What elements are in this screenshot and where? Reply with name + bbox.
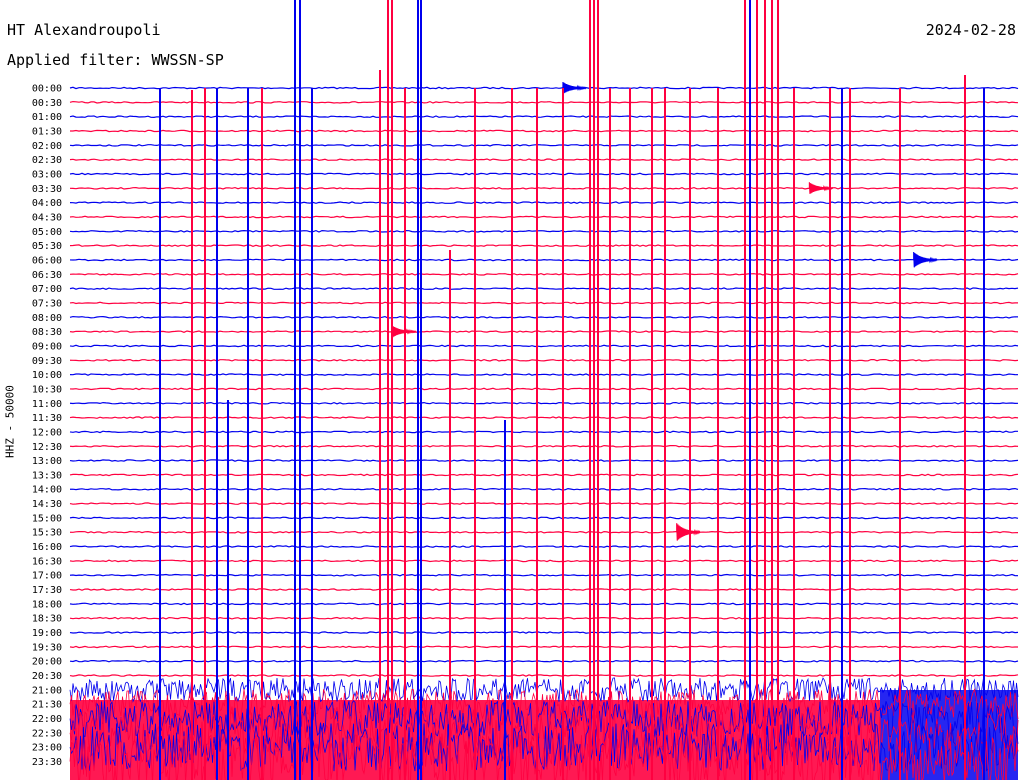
trace-row bbox=[69, 631, 1019, 634]
row-time-label: 04:00 bbox=[32, 198, 62, 209]
trace-row bbox=[69, 215, 1019, 219]
trace-row bbox=[69, 344, 1019, 348]
trace-row bbox=[69, 86, 1019, 90]
trace-row bbox=[69, 143, 1019, 147]
trace-row bbox=[69, 115, 1019, 119]
row-time-label: 17:00 bbox=[32, 571, 62, 582]
row-time-label: 17:30 bbox=[32, 585, 62, 596]
row-time-label: 19:00 bbox=[32, 628, 62, 639]
row-time-label: 03:00 bbox=[32, 169, 62, 180]
row-time-label: 05:30 bbox=[32, 241, 62, 252]
event-burst bbox=[913, 251, 938, 268]
trace-row bbox=[69, 659, 1019, 663]
row-time-label: 21:30 bbox=[32, 700, 62, 711]
event-burst bbox=[562, 81, 587, 94]
row-time-label: 16:00 bbox=[32, 542, 62, 553]
trace-row bbox=[69, 172, 1019, 176]
row-time-label: 11:00 bbox=[32, 399, 62, 410]
trace-row bbox=[69, 530, 1019, 534]
trace-row bbox=[69, 416, 1019, 419]
event-burst bbox=[676, 523, 701, 541]
row-time-label: 04:30 bbox=[32, 212, 62, 223]
trace-row bbox=[69, 186, 1019, 190]
trace-row bbox=[69, 129, 1019, 133]
trace-row bbox=[69, 645, 1018, 649]
row-time-label: 03:30 bbox=[32, 184, 62, 195]
row-time-label: 00:00 bbox=[32, 84, 62, 95]
row-time-label: 05:00 bbox=[32, 227, 62, 238]
row-time-label: 20:00 bbox=[32, 657, 62, 668]
trace-row bbox=[69, 229, 1019, 233]
helicorder-plot: 00:00 00:30 01:00 01:30 02:00 02:30 03:00 03:30… bbox=[32, 0, 1019, 780]
trace-row bbox=[69, 301, 1018, 305]
trace-row bbox=[69, 272, 1019, 276]
trace-row bbox=[69, 401, 1019, 405]
trace-row bbox=[69, 502, 1019, 505]
row-time-label: 06:30 bbox=[32, 270, 62, 281]
row-time-label: 19:30 bbox=[32, 642, 62, 653]
row-time-label: 10:30 bbox=[32, 384, 62, 395]
trace-row bbox=[69, 430, 1018, 434]
trace-row bbox=[69, 616, 1019, 620]
row-time-label: 10:00 bbox=[32, 370, 62, 381]
row-time-label: 12:00 bbox=[32, 427, 62, 438]
row-time-label: 20:30 bbox=[32, 671, 62, 682]
row-time-label: 23:00 bbox=[32, 743, 62, 754]
trace-row bbox=[69, 674, 1019, 677]
trace-row bbox=[69, 158, 1019, 161]
row-time-label: 15:30 bbox=[32, 528, 62, 539]
trace-row bbox=[69, 559, 1019, 563]
trace-row bbox=[69, 315, 1019, 319]
trace-row bbox=[69, 444, 1019, 448]
row-time-label: 18:00 bbox=[32, 599, 62, 610]
row-time-label: 09:30 bbox=[32, 356, 62, 367]
trace-row bbox=[69, 387, 1019, 391]
row-time-label: 07:30 bbox=[32, 298, 62, 309]
row-time-label: 01:30 bbox=[32, 126, 62, 137]
trace-row bbox=[69, 602, 1019, 606]
row-time-label: 23:30 bbox=[32, 757, 62, 768]
trace-row bbox=[69, 330, 1019, 333]
trace-row bbox=[69, 573, 1019, 577]
row-time-label: 14:00 bbox=[32, 485, 62, 496]
trace-row bbox=[69, 545, 1019, 548]
trace-row bbox=[69, 459, 1019, 462]
row-time-label: 08:30 bbox=[32, 327, 62, 338]
row-time-label: 02:00 bbox=[32, 141, 62, 152]
trace-row bbox=[69, 244, 1019, 247]
row-time-label: 00:30 bbox=[32, 98, 62, 109]
row-time-label: 22:30 bbox=[32, 728, 62, 739]
trace-row bbox=[69, 473, 1019, 477]
row-time-label: 18:30 bbox=[32, 614, 62, 625]
row-time-label: 21:00 bbox=[32, 685, 62, 696]
trace-row bbox=[69, 516, 1019, 520]
trace-row bbox=[69, 358, 1019, 362]
trace-row bbox=[69, 100, 1019, 104]
row-time-label: 11:30 bbox=[32, 413, 62, 424]
row-time-label: 14:30 bbox=[32, 499, 62, 510]
row-time-label: 15:00 bbox=[32, 513, 62, 524]
trace-row bbox=[69, 287, 1019, 290]
trace-row bbox=[69, 588, 1019, 591]
row-time-label: 09:00 bbox=[32, 341, 62, 352]
trace-row bbox=[69, 201, 1019, 204]
row-time-label: 16:30 bbox=[32, 556, 62, 567]
row-time-label: 13:30 bbox=[32, 470, 62, 481]
row-time-label: 22:00 bbox=[32, 714, 62, 725]
row-time-label: 02:30 bbox=[32, 155, 62, 166]
row-time-label: 13:00 bbox=[32, 456, 62, 467]
row-time-label: 12:30 bbox=[32, 442, 62, 453]
trace-row bbox=[69, 258, 1019, 262]
trace-row bbox=[69, 373, 1019, 376]
row-time-label: 01:00 bbox=[32, 112, 62, 123]
row-time-label: 06:00 bbox=[32, 255, 62, 266]
row-time-label: 08:00 bbox=[32, 313, 62, 324]
trace-row bbox=[69, 487, 1019, 491]
row-time-label: 07:00 bbox=[32, 284, 62, 295]
